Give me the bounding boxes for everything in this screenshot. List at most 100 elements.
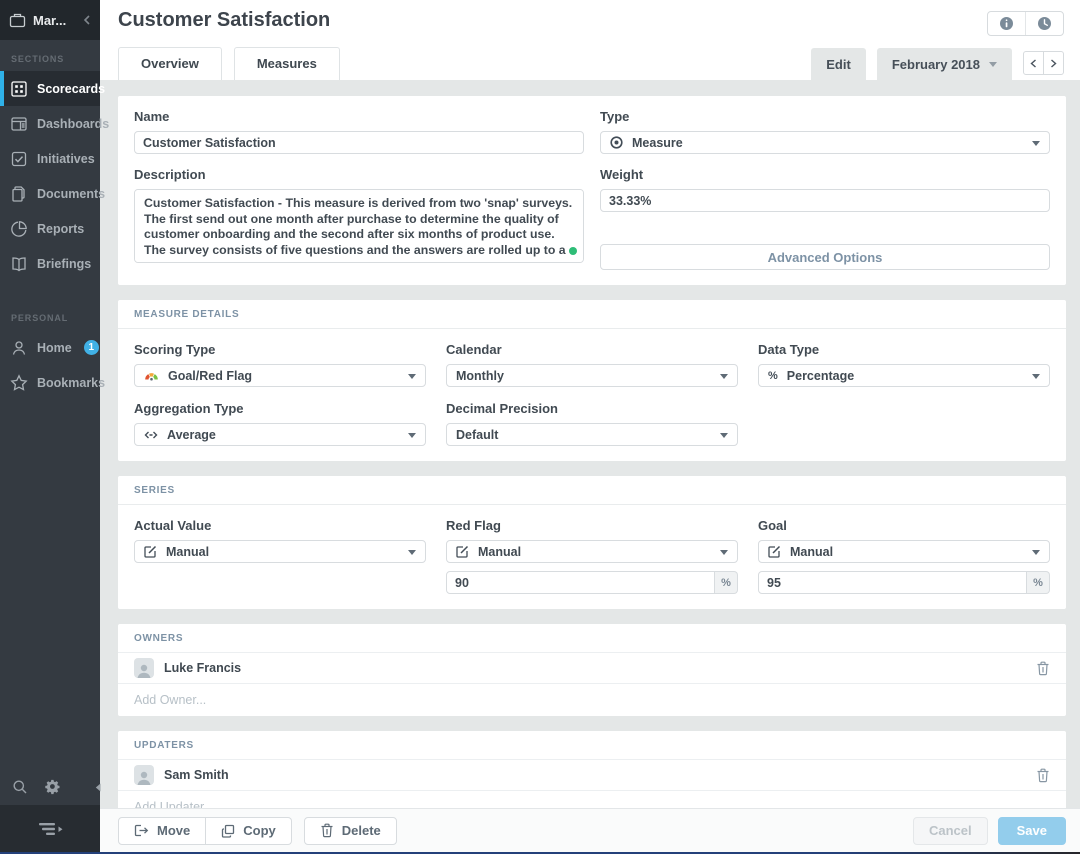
copy-button[interactable]: Copy [206, 817, 292, 845]
initiatives-icon [10, 150, 28, 168]
view-tabs: Overview Measures [118, 47, 340, 80]
tab-measures[interactable]: Measures [234, 47, 340, 80]
add-updater-row [118, 790, 1066, 808]
red-flag-amount-input[interactable] [446, 571, 715, 594]
sidebar-item-home[interactable]: Home 1 [0, 330, 100, 365]
decimal-precision-select[interactable]: Default [446, 423, 738, 446]
documents-icon [10, 185, 28, 203]
sidebar-item-documents[interactable]: Documents [0, 176, 100, 211]
avatar [134, 658, 154, 678]
search-icon[interactable] [12, 779, 28, 795]
sidebar-item-scorecards[interactable]: Scorecards [0, 71, 100, 106]
decimal-precision-value: Default [456, 428, 498, 442]
goal-amount-input[interactable] [758, 571, 1027, 594]
sidebar-item-bookmarks[interactable]: Bookmarks [0, 365, 100, 400]
series-header: SERIES [118, 476, 1066, 505]
sidebar-item-label: Briefings [37, 257, 91, 271]
tab-overview[interactable]: Overview [118, 47, 222, 80]
workspace-name: Mar... [33, 13, 76, 28]
owner-row: Luke Francis [118, 652, 1066, 683]
actual-value-label: Actual Value [134, 518, 426, 533]
remove-owner-button[interactable] [1036, 661, 1050, 676]
scoring-type-select[interactable]: Goal/Red Flag [134, 364, 426, 387]
updaters-header: UPDATERS [118, 731, 1066, 759]
updaters-card: UPDATERS Sam Smith [118, 731, 1066, 808]
goal-amount-group: % [758, 571, 1050, 594]
sidebar-item-reports[interactable]: Reports [0, 211, 100, 246]
save-button[interactable]: Save [998, 817, 1066, 845]
weight-label: Weight [600, 167, 1050, 182]
description-textarea[interactable]: Customer Satisfaction - This measure is … [134, 189, 584, 263]
add-owner-input[interactable] [118, 684, 1066, 716]
actual-value-select[interactable]: Manual [134, 540, 426, 563]
personal-label: PERSONAL [0, 299, 100, 330]
avatar [134, 765, 154, 785]
star-icon [10, 374, 28, 392]
chevron-down-icon [720, 550, 728, 555]
type-select[interactable]: Measure [600, 131, 1050, 154]
updater-row: Sam Smith [118, 759, 1066, 790]
name-label: Name [134, 109, 584, 124]
aggregation-type-select[interactable]: Average [134, 423, 426, 446]
actual-value-value: Manual [166, 545, 209, 559]
advanced-options-button[interactable]: Advanced Options [600, 244, 1050, 270]
decimal-precision-label: Decimal Precision [446, 401, 738, 416]
sidebar-item-label: Documents [37, 187, 105, 201]
aggregation-type-label: Aggregation Type [134, 401, 426, 416]
sidebar-item-label: Dashboards [37, 117, 109, 131]
reports-icon [10, 220, 28, 238]
goal-select[interactable]: Manual [758, 540, 1050, 563]
gear-icon[interactable] [45, 779, 61, 795]
home-badge: 1 [84, 340, 99, 355]
sidebar-item-label: Home [37, 341, 72, 355]
chevron-left-icon [1030, 59, 1037, 68]
sidebar-collapse-icon[interactable] [83, 15, 91, 25]
percent-icon: % [768, 370, 778, 382]
red-flag-amount-group: % [446, 571, 738, 594]
page-header: Customer Satisfaction Overview Measures … [100, 0, 1080, 80]
page-title: Customer Satisfaction [118, 9, 330, 32]
period-dropdown[interactable]: February 2018 [877, 48, 1012, 80]
weight-input[interactable] [600, 189, 1050, 212]
edit-pencil-icon [456, 545, 469, 558]
workspace-switcher[interactable]: Mar... [0, 0, 100, 40]
add-updater-input[interactable] [118, 791, 1066, 808]
tray-menu-icon [37, 821, 63, 837]
period-controls: Edit February 2018 [811, 48, 1064, 80]
chevron-down-icon [1032, 550, 1040, 555]
delete-button[interactable]: Delete [304, 817, 397, 845]
edit-tab[interactable]: Edit [811, 48, 866, 80]
header-action-group [987, 11, 1064, 36]
percent-addon: % [715, 571, 738, 594]
clock-icon [1037, 16, 1052, 31]
next-period-button[interactable] [1044, 51, 1064, 75]
gauge-icon [144, 370, 159, 381]
info-button[interactable] [988, 12, 1025, 35]
chevron-down-icon [989, 62, 997, 67]
sidebar-item-label: Bookmarks [37, 376, 105, 390]
add-owner-row [118, 683, 1066, 716]
scorecards-icon [10, 80, 28, 98]
dashboards-icon [10, 115, 28, 133]
red-flag-select[interactable]: Manual [446, 540, 738, 563]
tray-toggle[interactable] [0, 805, 100, 852]
main-area: Customer Satisfaction Overview Measures … [100, 0, 1080, 854]
owners-header: OWNERS [118, 624, 1066, 652]
history-button[interactable] [1025, 12, 1063, 35]
sidebar-item-initiatives[interactable]: Initiatives [0, 141, 100, 176]
series-card: SERIES Actual Value Manual [118, 476, 1066, 609]
cancel-button[interactable]: Cancel [913, 817, 988, 845]
measure-target-icon [610, 136, 623, 149]
sidebar-tools [0, 769, 100, 805]
chevron-down-icon [408, 374, 416, 379]
data-type-select[interactable]: % Percentage [758, 364, 1050, 387]
previous-period-button[interactable] [1023, 51, 1044, 75]
sidebar-item-dashboards[interactable]: Dashboards [0, 106, 100, 141]
name-input[interactable] [134, 131, 584, 154]
move-button[interactable]: Move [118, 817, 206, 845]
remove-updater-button[interactable] [1036, 768, 1050, 783]
chevron-left-icon[interactable] [95, 783, 101, 792]
type-value: Measure [632, 136, 683, 150]
calendar-select[interactable]: Monthly [446, 364, 738, 387]
sidebar-item-briefings[interactable]: Briefings [0, 246, 100, 281]
